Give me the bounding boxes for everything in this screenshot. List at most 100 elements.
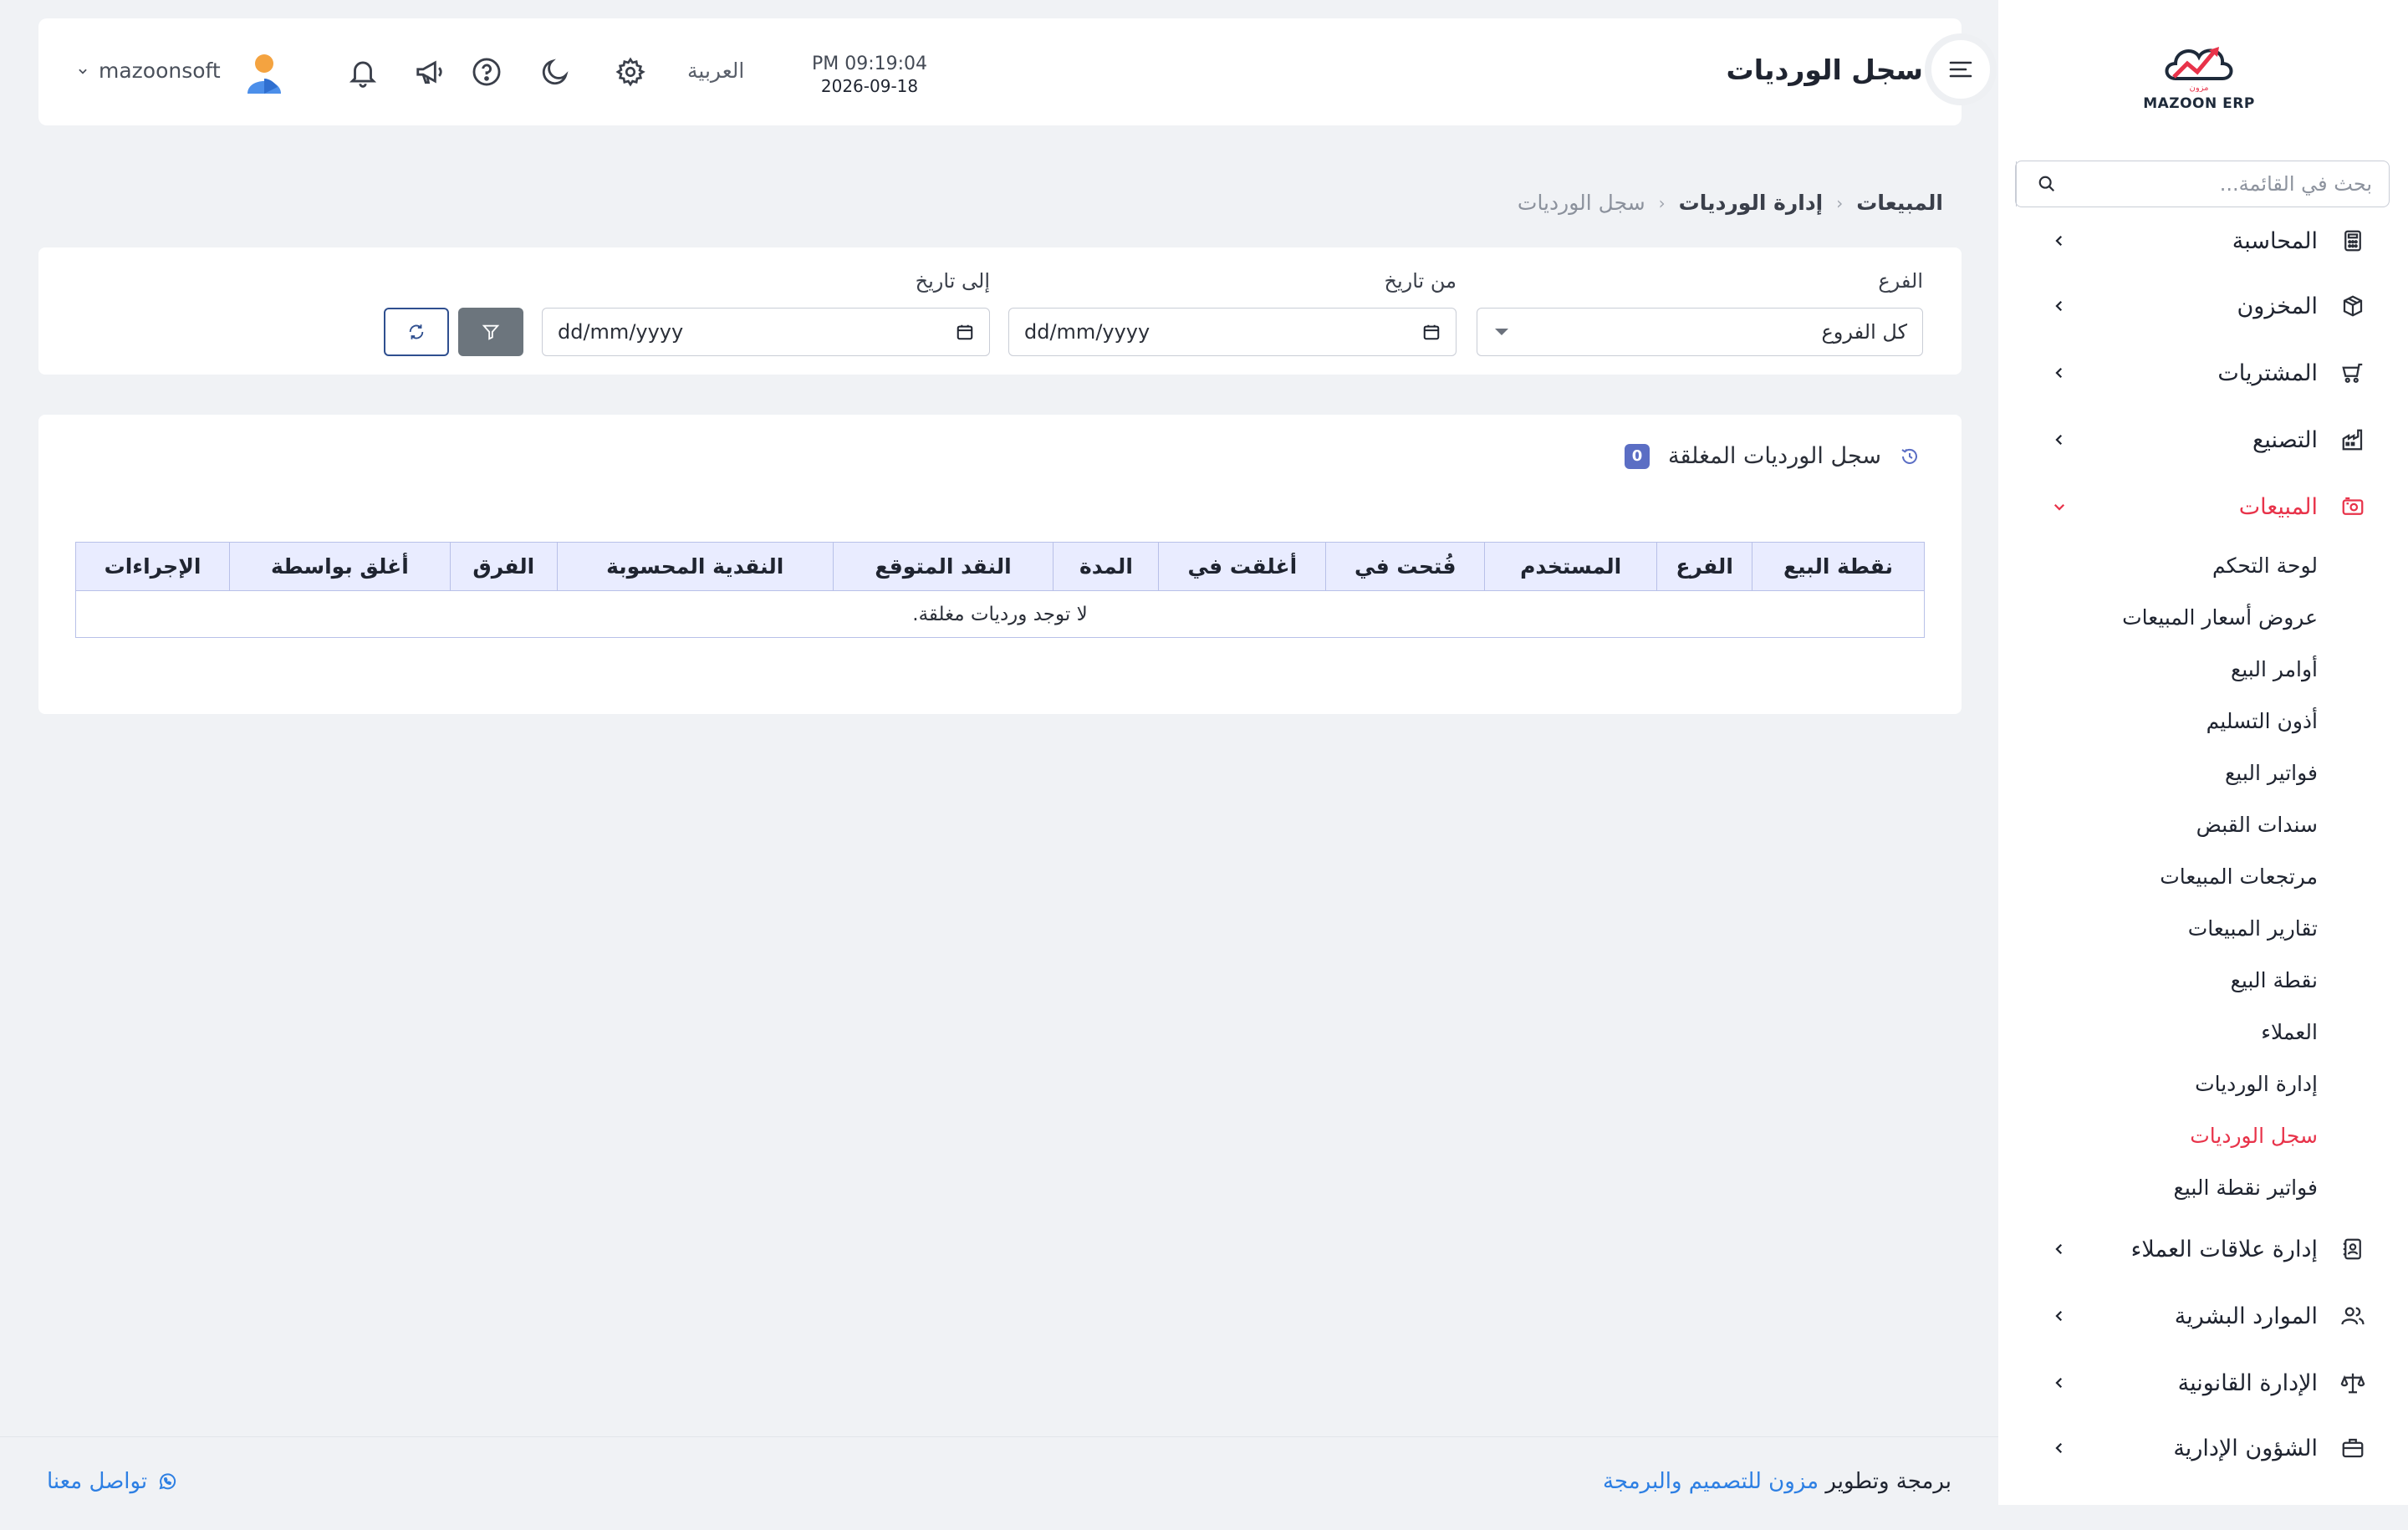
search-button[interactable] [2016, 161, 2076, 207]
submenu-item-pos[interactable]: نقطة البيع [2231, 959, 2318, 1001]
table-header-row: نقطة البيع الفرع المستخدم فُتحت في أغلقت… [75, 542, 1925, 591]
column-header[interactable]: المدة [1053, 542, 1160, 591]
column-header[interactable]: الفرع [1656, 542, 1753, 591]
sidebar-item-label: الإدارة القانونية [2177, 1369, 2318, 1396]
sidebar-item-label: المبيعات [2238, 493, 2318, 520]
sidebar-search-input[interactable] [2076, 161, 2389, 207]
breadcrumb-current: سجل الورديات [1517, 191, 1645, 215]
branch-label: الفرع [1878, 269, 1923, 293]
cart-icon [2339, 360, 2366, 386]
logo-mark-icon: مزون [2165, 47, 2233, 92]
sidebar-item-purchases[interactable]: المشتريات [1998, 348, 2408, 398]
column-header[interactable]: الفرق [449, 542, 558, 591]
card-title: سجل الورديات المغلقة [1668, 443, 1881, 469]
sidebar-item-label: المحاسبة [2232, 227, 2318, 254]
submenu-item-sales-reports[interactable]: تقارير المبيعات [2188, 907, 2318, 949]
breadcrumb: المبيعات ‹ إدارة الورديات ‹ سجل الورديات [1518, 191, 1943, 215]
column-header[interactable]: نقطة البيع [1752, 542, 1925, 591]
calendar-icon [957, 324, 973, 340]
column-header[interactable]: فُتحت في [1325, 542, 1486, 591]
chevron-left-icon [2050, 364, 2069, 382]
submenu-item-shift-log[interactable]: سجل الورديات [2190, 1114, 2318, 1156]
page-title: سجل الورديات [1726, 54, 1923, 86]
dark-mode-moon-icon[interactable] [537, 54, 574, 90]
column-header[interactable]: النقدية المحسوبة [556, 542, 834, 591]
avatar[interactable] [244, 52, 284, 94]
factory-icon [2339, 426, 2366, 453]
calculator-icon [2339, 227, 2366, 254]
caret-down-icon [1495, 329, 1508, 335]
sidebar-item-label: المشتريات [2217, 360, 2318, 386]
count-badge: 0 [1625, 443, 1650, 469]
submenu-item-pos-invoices[interactable]: فواتير نقطة البيع [2174, 1166, 2318, 1208]
column-header[interactable]: المستخدم [1484, 542, 1658, 591]
to-date-input[interactable]: dd/mm/yyyy [542, 308, 990, 356]
sidebar-item-label: الشؤون الإدارية [2173, 1435, 2318, 1461]
svg-text:مزون: مزون [2189, 84, 2208, 92]
breadcrumb-shift-management[interactable]: إدارة الورديات [1679, 191, 1824, 215]
branch-select[interactable]: كل الفروع [1477, 308, 1923, 356]
sidebar-item-legal[interactable]: الإدارة القانونية [1998, 1358, 2408, 1408]
sidebar-item-crm[interactable]: إدارة علاقات العملاء [1998, 1224, 2408, 1274]
contact-us-link[interactable]: تواصل معنا [47, 1469, 177, 1494]
breadcrumb-separator-icon: ‹ [1658, 192, 1666, 213]
to-date-placeholder: dd/mm/yyyy [558, 320, 684, 344]
apply-filter-button[interactable] [458, 308, 523, 356]
chevron-left-icon [2050, 1374, 2069, 1392]
announcements-megaphone-icon[interactable] [411, 54, 448, 90]
chevron-left-icon [2050, 1439, 2069, 1457]
breadcrumb-sales[interactable]: المبيعات [1856, 191, 1943, 215]
header-clock: PM 09:19:04 2026-09-18 [794, 54, 945, 96]
chevron-down-icon [2050, 497, 2069, 516]
chevron-left-icon [2050, 1307, 2069, 1325]
submenu-item-sales-invoices[interactable]: فواتير البيع [2225, 752, 2318, 793]
submenu-item-customers[interactable]: العملاء [2261, 1011, 2318, 1053]
chevron-left-icon [2050, 232, 2069, 250]
refresh-button[interactable] [384, 308, 449, 356]
branch-select-value: كل الفروع [1821, 320, 1907, 344]
from-date-input[interactable]: dd/mm/yyyy [1008, 308, 1457, 356]
sidebar-item-manufacturing[interactable]: التصنيع [1998, 415, 2408, 465]
sidebar-item-label: إدارة علاقات العملاء [2130, 1236, 2318, 1262]
sidebar-toggle-button[interactable] [1925, 33, 1997, 105]
sidebar-item-inventory[interactable]: المخزون [1998, 281, 2408, 331]
username-label: mazoonsoft [99, 59, 221, 83]
column-header[interactable]: النقد المتوقع [832, 542, 1054, 591]
from-date-placeholder: dd/mm/yyyy [1024, 320, 1150, 344]
sidebar-item-accounting[interactable]: المحاسبة [1998, 216, 2408, 266]
footer: برمجة وتطوير مزون للتصميم والبرمجة تواصل… [0, 1436, 1998, 1530]
sidebar-item-sales[interactable]: المبيعات [1998, 482, 2408, 532]
filter-card: الفرع كل الفروع من تاريخ dd/mm/yyyy إلى … [38, 247, 1962, 375]
submenu-item-sales-orders[interactable]: أوامر البيع [2231, 648, 2318, 690]
whatsapp-icon [159, 1473, 176, 1490]
submenu-item-dashboard[interactable]: لوحة التحكم [2212, 544, 2318, 586]
footer-credit: برمجة وتطوير مزون للتصميم والبرمجة [1603, 1469, 1951, 1494]
chevron-left-icon [2050, 297, 2069, 315]
sidebar-search [2015, 161, 2390, 207]
search-icon [2038, 176, 2054, 192]
submenu-item-quotations[interactable]: عروض أسعار المبيعات [2122, 596, 2318, 638]
submenu-item-delivery-notes[interactable]: أذون التسليم [2206, 700, 2318, 742]
submenu-item-sales-returns[interactable]: مرتجعات المبيعات [2160, 855, 2318, 897]
history-icon [1901, 448, 1917, 464]
submenu-item-receipts[interactable]: سندات القبض [2196, 803, 2318, 845]
company-link[interactable]: مزون للتصميم والبرمجة [1603, 1469, 1819, 1494]
help-icon[interactable] [468, 54, 505, 90]
app-root: مزون MAZOON ERP المحاسبة المخزون [0, 0, 2408, 1530]
user-menu[interactable]: mazoonsoft [77, 59, 221, 83]
notifications-bell-icon[interactable] [344, 54, 381, 90]
submenu-item-shift-management[interactable]: إدارة الورديات [2195, 1063, 2318, 1104]
column-header[interactable]: الإجراءات [75, 542, 230, 591]
breadcrumb-separator-icon: ‹ [1836, 192, 1844, 213]
language-switch[interactable]: العربية [687, 59, 744, 83]
sidebar-item-label: الموارد البشرية [2174, 1303, 2318, 1329]
sidebar-item-admin-affairs[interactable]: الشؤون الإدارية [1998, 1423, 2408, 1473]
column-header[interactable]: أغلق بواسطة [228, 542, 451, 591]
settings-gear-icon[interactable] [612, 54, 649, 90]
column-header[interactable]: أغلقت في [1158, 542, 1327, 591]
card-header: سجل الورديات المغلقة 0 [1625, 443, 1920, 469]
sidebar-item-hr[interactable]: الموارد البشرية [1998, 1291, 2408, 1341]
sidebar-item-label: المخزون [2237, 293, 2318, 319]
refresh-icon [409, 324, 424, 339]
app-logo[interactable]: مزون MAZOON ERP [2140, 33, 2258, 117]
